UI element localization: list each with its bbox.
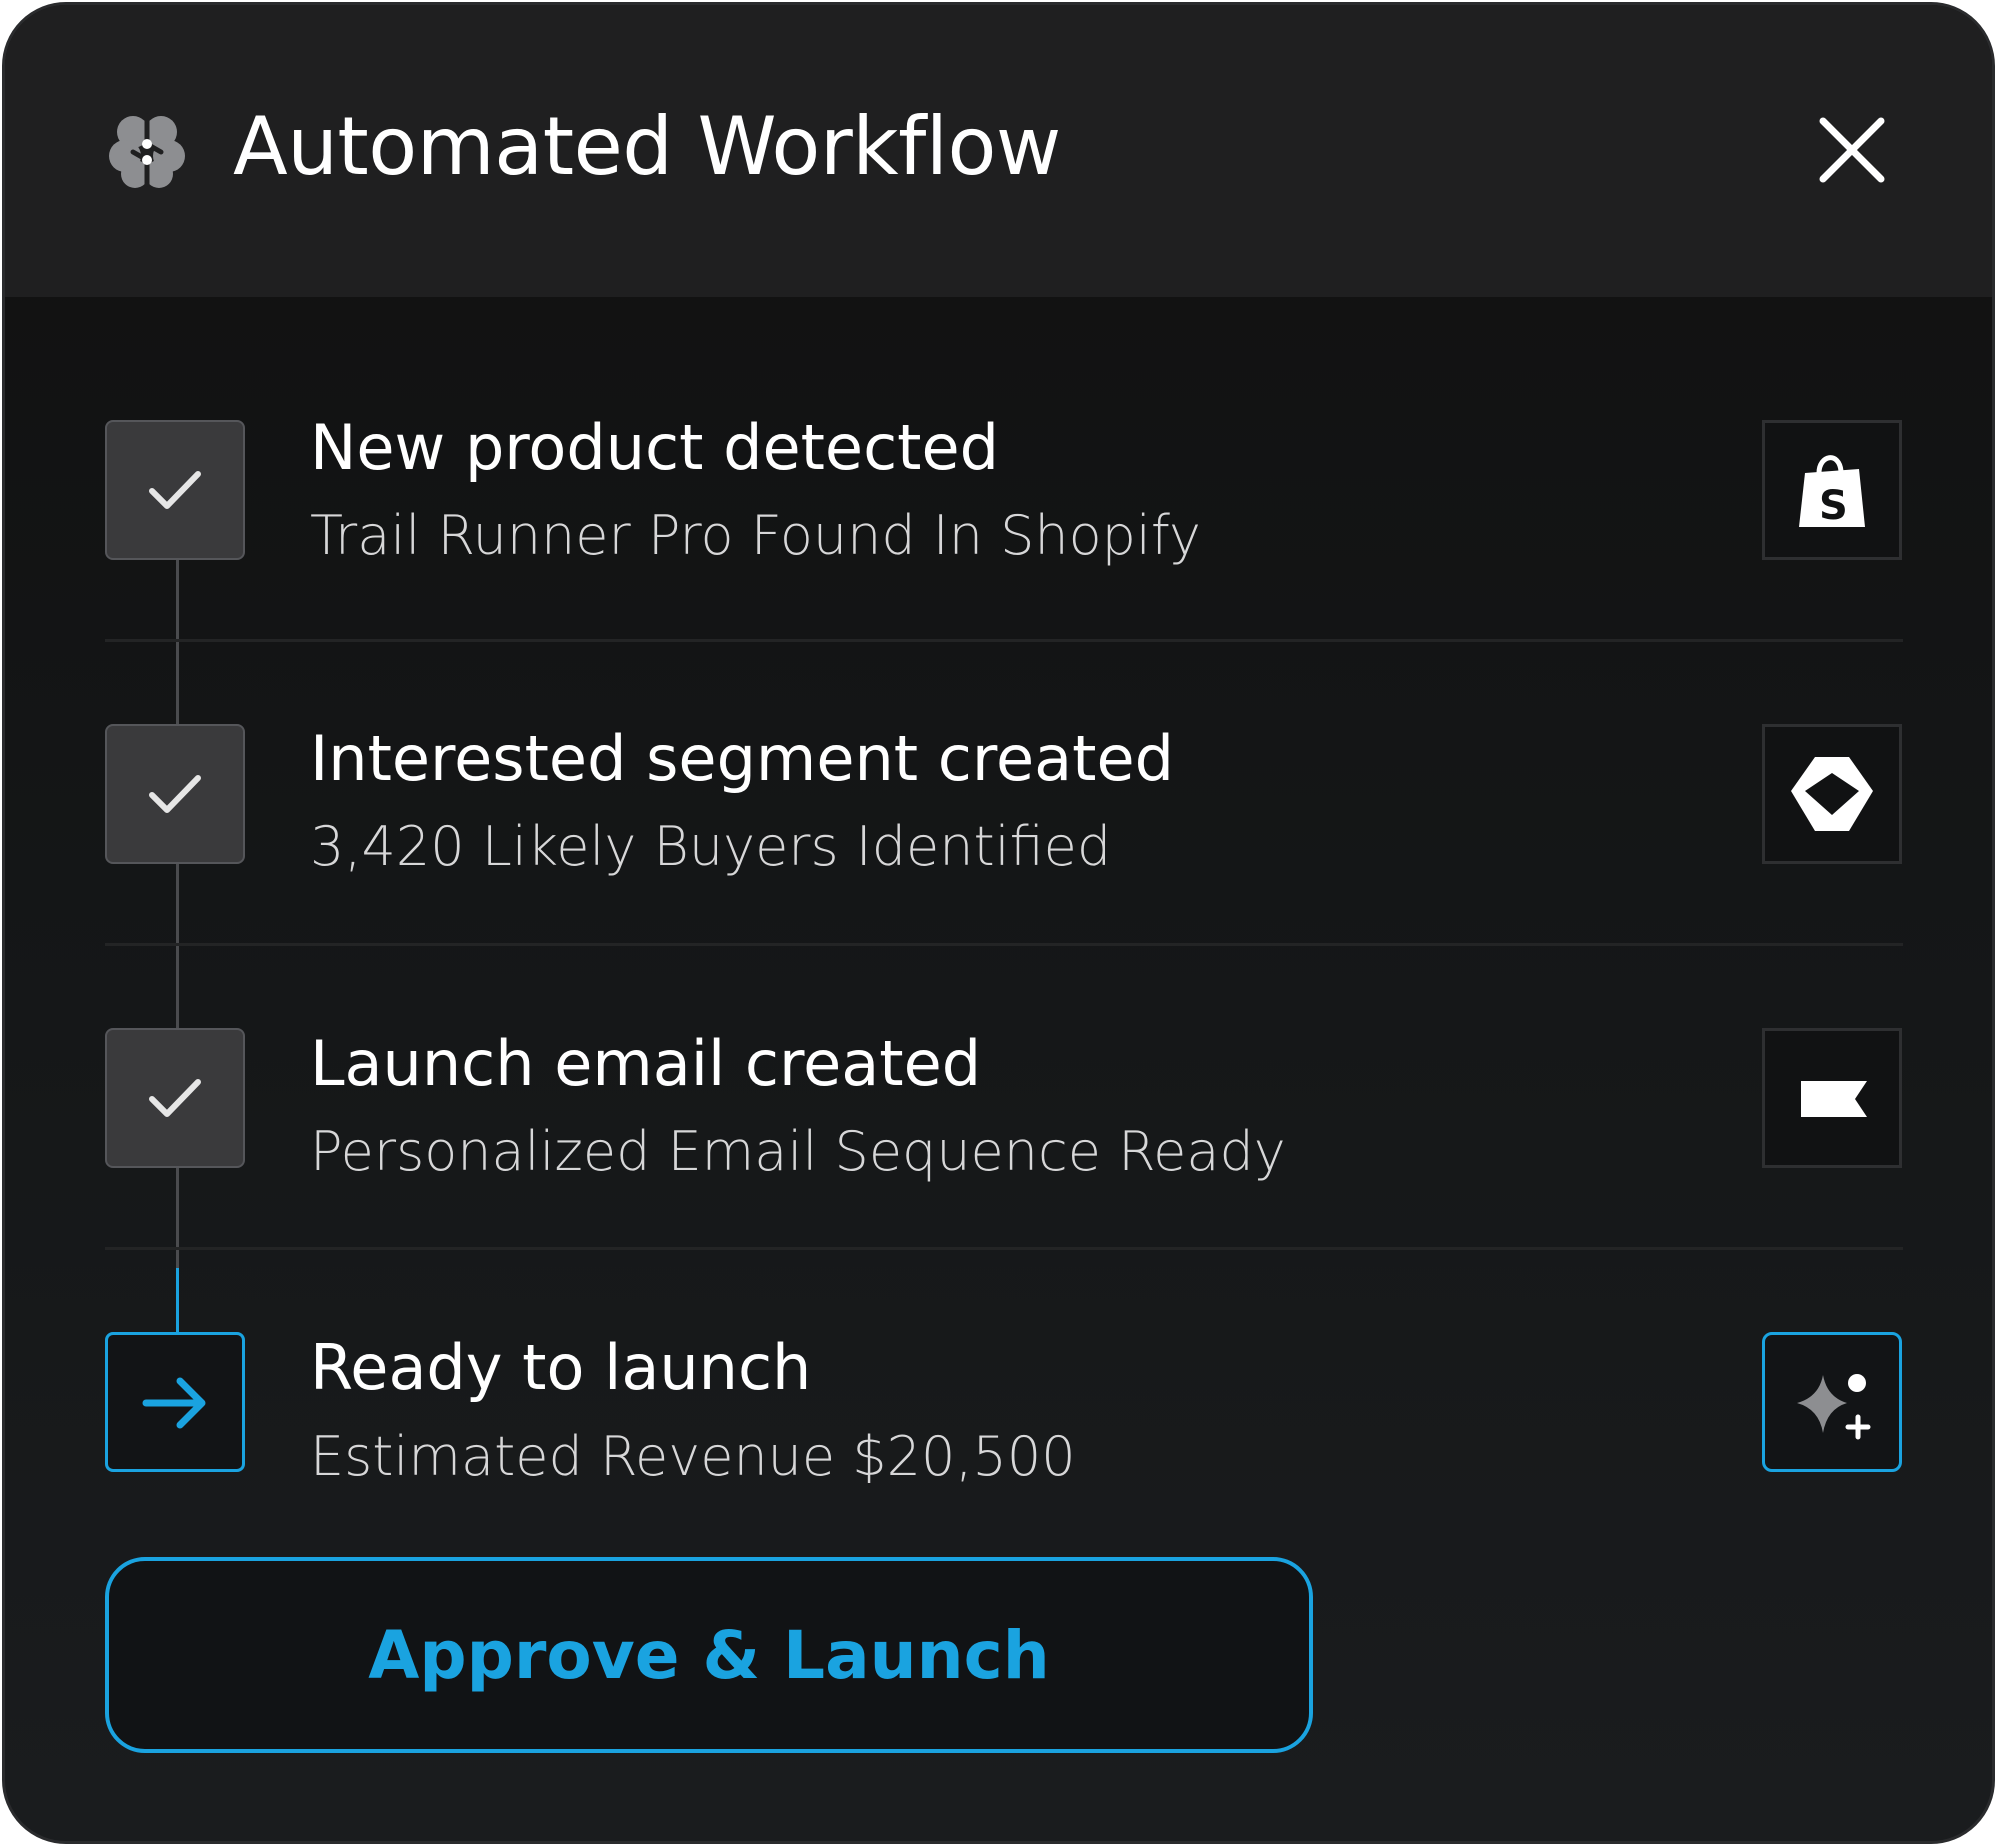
klaviyo-flag-icon <box>1801 1081 1867 1117</box>
arrow-right-icon <box>142 1377 206 1429</box>
step-status-box <box>105 420 245 560</box>
row-divider <box>105 1247 1903 1250</box>
brain-icon <box>109 113 185 188</box>
app-badge: S <box>1762 420 1902 560</box>
check-icon <box>149 775 201 813</box>
step-status-box <box>105 724 245 864</box>
check-icon <box>149 471 201 509</box>
check-icon <box>149 1079 201 1117</box>
step-title: Interested segment created <box>310 722 1174 795</box>
panel-header: Automated Workflow <box>5 5 1992 297</box>
row-divider <box>105 639 1903 642</box>
approve-launch-button[interactable]: Approve & Launch <box>105 1557 1313 1753</box>
svg-text:S: S <box>1819 483 1848 529</box>
step-subtitle: Estimated Revenue $20,500 <box>310 1425 1076 1488</box>
step-title: Ready to launch <box>310 1331 812 1404</box>
row-divider <box>105 943 1903 946</box>
timeline-connector <box>176 560 179 724</box>
step-subtitle: Trail Runner Pro Found In Shopify <box>310 504 1201 567</box>
workflow-panel: Automated Workflow New product detected … <box>2 2 1995 1844</box>
step-title: New product detected <box>310 411 999 484</box>
step-status-box <box>105 1332 245 1472</box>
step-subtitle: Personalized Email Sequence Ready <box>310 1120 1286 1183</box>
segment-logo-icon <box>1791 757 1873 831</box>
close-icon[interactable] <box>1815 113 1889 187</box>
shopify-bag-icon: S <box>1799 455 1865 529</box>
step-status-box <box>105 1028 245 1168</box>
ai-sparkle-icon <box>1797 1374 1871 1440</box>
timeline-connector-active <box>176 1268 179 1334</box>
timeline-connector <box>176 864 179 1028</box>
page-title: Automated Workflow <box>233 100 1061 193</box>
app-badge <box>1762 724 1902 864</box>
timeline-connector <box>176 1168 179 1268</box>
app-badge <box>1762 1028 1902 1168</box>
step-subtitle: 3,420 Likely Buyers Identified <box>310 815 1112 878</box>
step-title: Launch email created <box>310 1027 982 1100</box>
app-badge <box>1762 1332 1902 1472</box>
